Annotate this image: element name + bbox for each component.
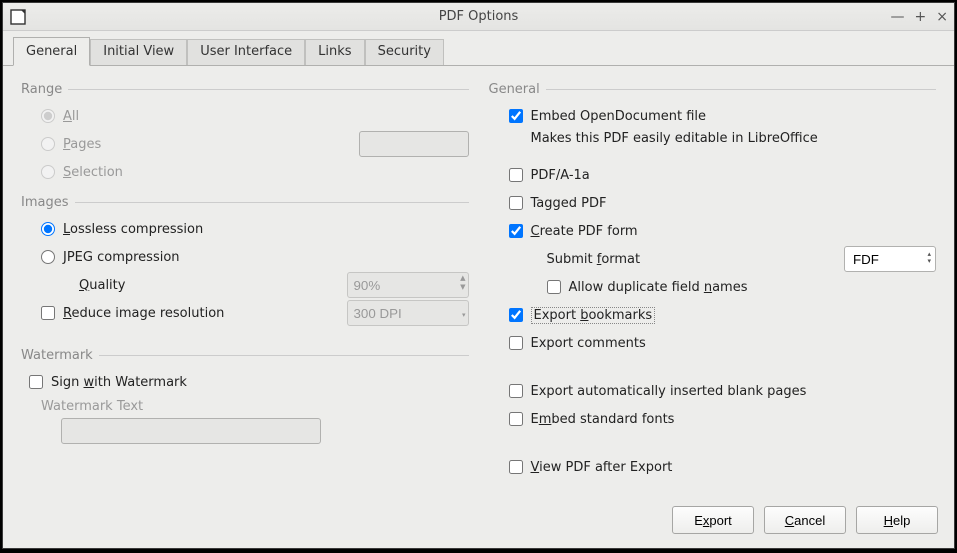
spinner-arrows-icon: ▲▼ (460, 274, 465, 292)
app-icon (9, 8, 27, 26)
dialog-footer: Export Cancel Help (3, 496, 954, 548)
view-after-export-checkbox[interactable] (509, 460, 523, 474)
lossless-radio[interactable] (41, 222, 55, 236)
reduce-resolution-label: Reduce image resolution (63, 306, 224, 321)
pdfa-label: PDF/A-1a (531, 168, 590, 183)
general-right-group-label: General (489, 82, 937, 97)
pdfa-checkbox[interactable] (509, 168, 523, 182)
range-pages-label: Pages (63, 137, 101, 152)
left-column: Range All Pages Selection (21, 82, 469, 488)
images-group-label: Images (21, 195, 469, 210)
export-blank-pages-label: Export automatically inserted blank page… (531, 384, 807, 399)
create-pdf-form-checkbox[interactable] (509, 224, 523, 238)
range-pages-radio[interactable] (41, 137, 55, 151)
window-title: PDF Options (3, 9, 954, 24)
tagged-pdf-label: Tagged PDF (531, 196, 607, 211)
embed-odf-label: Embed OpenDocument file (531, 109, 707, 124)
cancel-button[interactable]: Cancel (764, 506, 846, 534)
tab-general[interactable]: General (13, 37, 90, 66)
export-comments-checkbox[interactable] (509, 336, 523, 350)
range-selection-label: Selection (63, 165, 123, 180)
allow-duplicate-names-label: Allow duplicate field names (569, 280, 748, 295)
export-comments-label: Export comments (531, 336, 646, 351)
range-group-label: Range (21, 82, 469, 97)
sign-watermark-checkbox[interactable] (29, 375, 43, 389)
create-pdf-form-label: Create PDF form (531, 224, 638, 239)
jpeg-radio[interactable] (41, 250, 55, 264)
range-all-label: All (63, 109, 79, 124)
lossless-label: Lossless compression (63, 222, 203, 237)
maximize-icon[interactable]: + (915, 10, 927, 24)
quality-label: Quality (79, 278, 125, 293)
watermark-text-label: Watermark Text (41, 399, 469, 414)
quality-spinner[interactable] (347, 272, 469, 298)
view-after-export-label: View PDF after Export (531, 460, 673, 475)
tab-security[interactable]: Security (365, 39, 444, 65)
minimize-icon[interactable]: — (891, 10, 905, 24)
help-button[interactable]: Help (856, 506, 938, 534)
embed-fonts-checkbox[interactable] (509, 412, 523, 426)
embed-fonts-label: Embed standard fonts (531, 412, 675, 427)
combo-arrow-icon: ▾ (462, 302, 466, 320)
embed-odf-desc: Makes this PDF easily editable in LibreO… (531, 131, 937, 146)
close-icon[interactable]: × (936, 10, 948, 24)
submit-format-combo[interactable] (844, 246, 936, 272)
titlebar: PDF Options — + × (3, 3, 954, 31)
tab-links[interactable]: Links (305, 39, 364, 65)
dialog-window: PDF Options — + × General Initial View U… (2, 2, 955, 549)
watermark-text-input[interactable] (61, 418, 321, 444)
tab-bar: General Initial View User Interface Link… (3, 31, 954, 66)
range-all-radio[interactable] (41, 109, 55, 123)
sign-watermark-label: Sign with Watermark (51, 375, 187, 390)
tagged-pdf-checkbox[interactable] (509, 196, 523, 210)
dpi-combo[interactable] (347, 300, 469, 326)
export-bookmarks-checkbox[interactable] (509, 308, 523, 322)
export-bookmarks-label: Export bookmarks (531, 307, 656, 324)
embed-odf-checkbox[interactable] (509, 109, 523, 123)
allow-duplicate-names-checkbox[interactable] (547, 280, 561, 294)
tab-user-interface[interactable]: User Interface (187, 39, 305, 65)
reduce-resolution-checkbox[interactable] (41, 306, 55, 320)
range-selection-radio[interactable] (41, 165, 55, 179)
right-column: General Embed OpenDocument file Makes th… (489, 82, 937, 488)
jpeg-label: JPEG compression (63, 250, 180, 265)
watermark-group-label: Watermark (21, 348, 469, 363)
tab-initial-view[interactable]: Initial View (90, 39, 187, 65)
export-button[interactable]: Export (672, 506, 754, 534)
export-blank-pages-checkbox[interactable] (509, 384, 523, 398)
submit-format-label: Submit format (547, 252, 641, 267)
range-pages-input[interactable] (359, 131, 469, 157)
